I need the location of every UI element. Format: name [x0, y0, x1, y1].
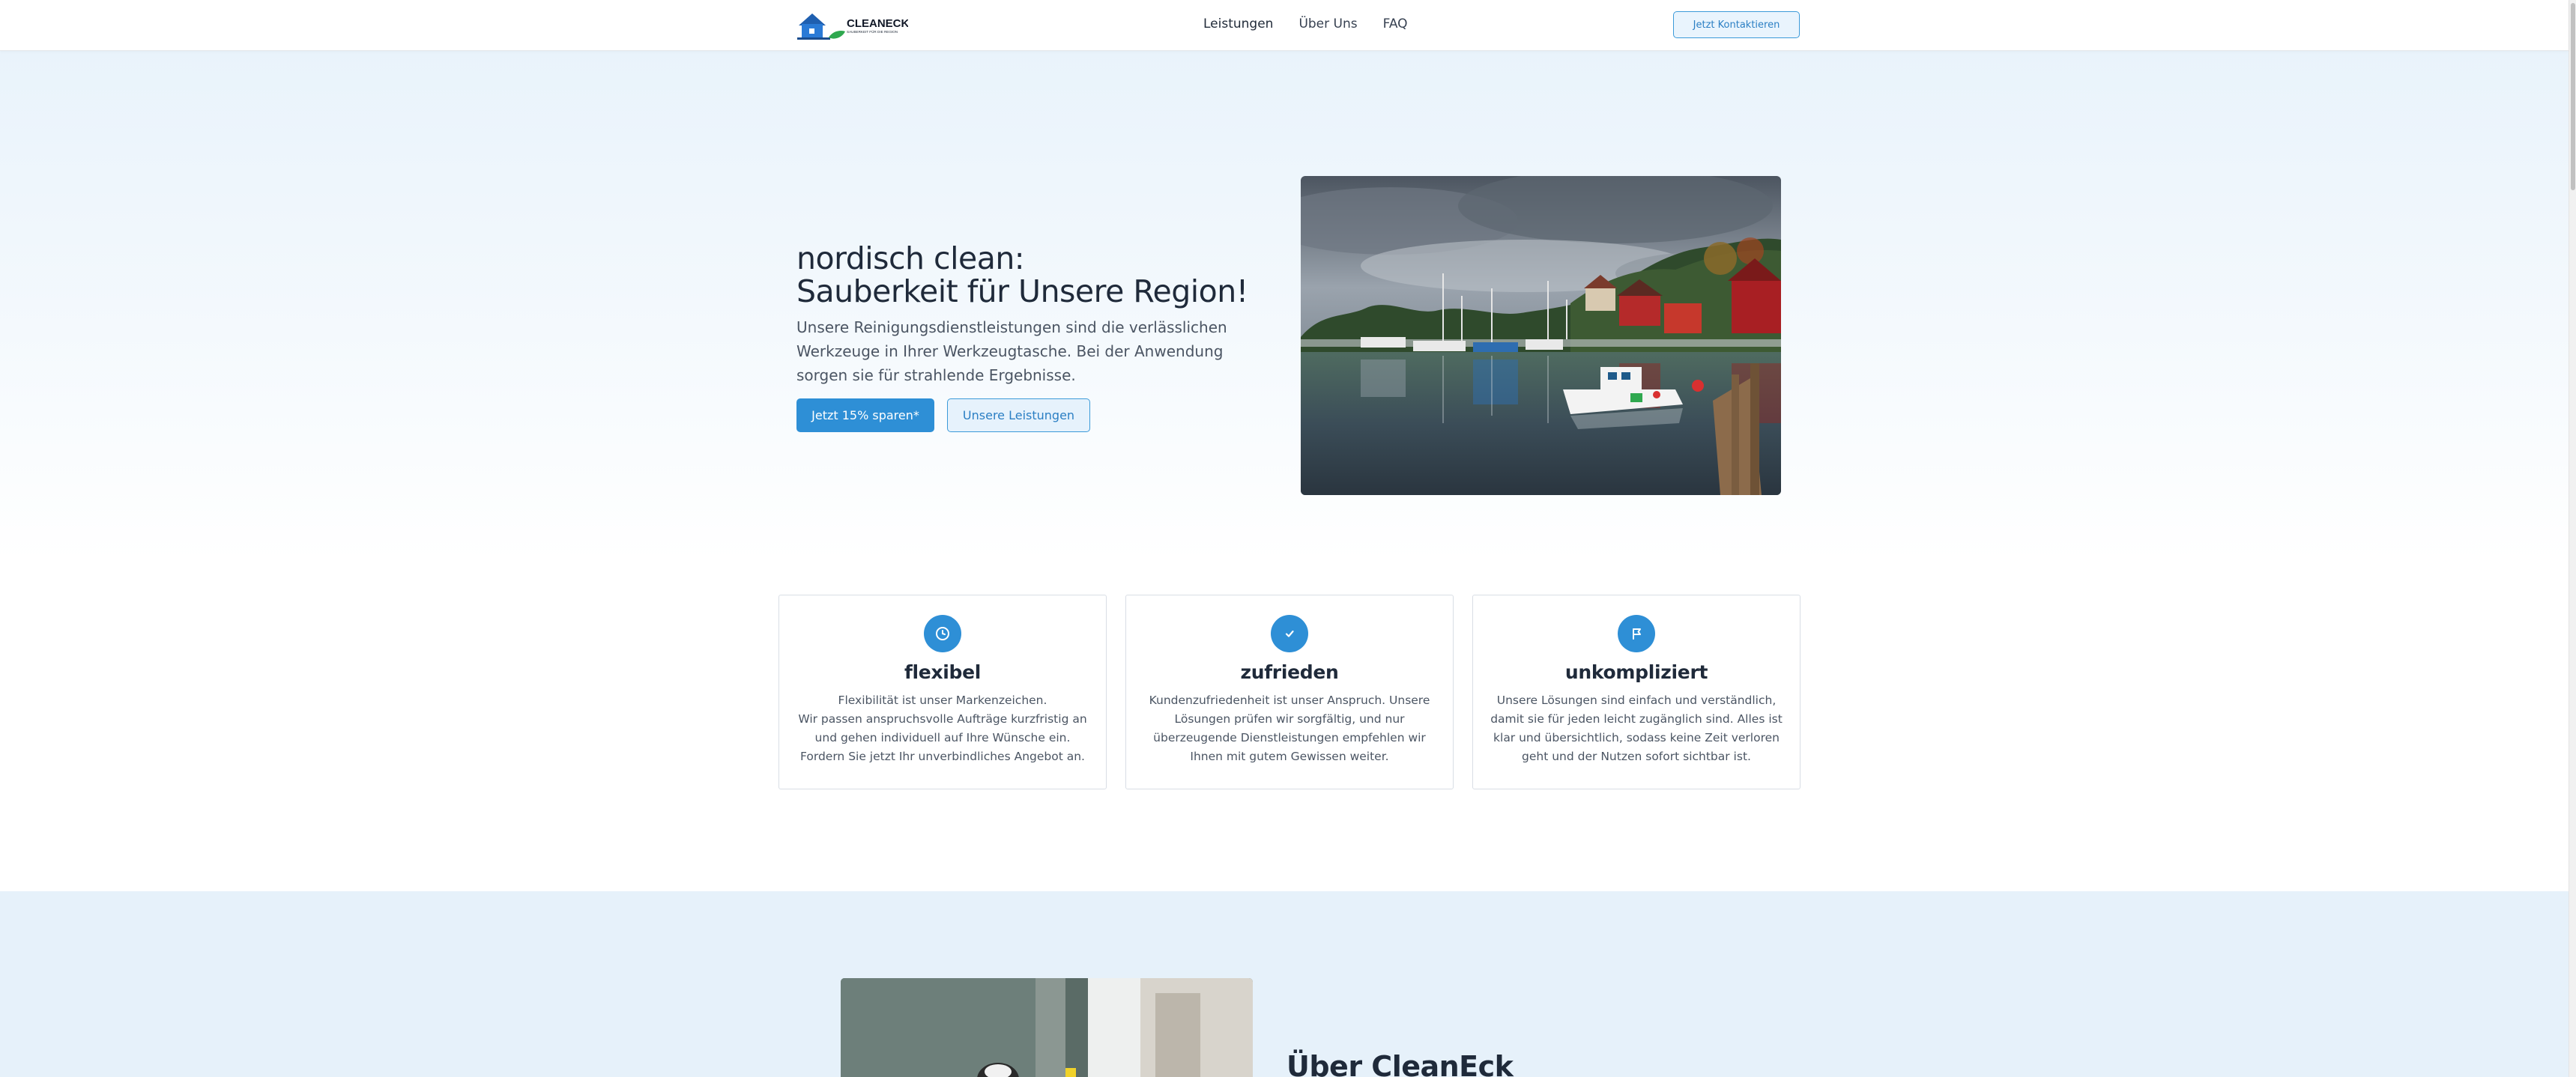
feature-line: Ihnen mit gutem Gewissen weiter. [1190, 750, 1389, 763]
feature-line: und gehen individuell auf Ihre Wünsche e… [814, 731, 1071, 744]
feature-line: Wir passen anspruchsvolle Aufträge kurzf… [798, 712, 1087, 726]
feature-line: geht und der Nutzen sofort sichtbar ist. [1522, 750, 1751, 763]
feature-card-flexibel: flexibel Flexibilität ist unser Markenze… [778, 595, 1107, 789]
site-header: CLEANECK SAUBERKEIT FÜR DIE REGION Leist… [0, 0, 2569, 51]
feature-line: klar und übersichtlich, sodass keine Zei… [1493, 731, 1780, 744]
feature-title: zufrieden [1240, 661, 1339, 683]
cleaneck-logo[interactable]: CLEANECK SAUBERKEIT FÜR DIE REGION [796, 7, 910, 42]
page-scrollbar[interactable] [2569, 0, 2576, 1077]
feature-line: damit sie für jeden leicht zugänglich si… [1490, 712, 1783, 726]
about-title: Über CleanEck [1287, 1050, 1514, 1077]
flag-icon [1618, 615, 1655, 652]
feature-description: Unsere Lösungen sind einfach und verstän… [1487, 691, 1786, 766]
scrollbar-thumb[interactable] [2571, 3, 2575, 190]
hero-title-line-2: Sauberkeit für Unsere Region! [796, 273, 1248, 309]
feature-line: überzeugende Dienstleistungen empfehlen … [1153, 731, 1426, 744]
harbor-photo [1301, 176, 1781, 495]
feature-card-unkompliziert: unkompliziert Unsere Lösungen sind einfa… [1472, 595, 1801, 789]
about-section: Über CleanEck [0, 891, 2569, 1077]
nav-link-faq[interactable]: FAQ [1383, 15, 1408, 33]
hero-section [0, 51, 2569, 560]
feature-card-zufrieden: zufrieden Kundenzufriedenheit ist unser … [1125, 595, 1454, 789]
feature-description: Kundenzufriedenheit ist unser Anspruch. … [1140, 691, 1439, 766]
about-cleaning-image [841, 978, 1253, 1077]
svg-text:SAUBERKEIT FÜR DIE REGION: SAUBERKEIT FÜR DIE REGION [847, 29, 898, 34]
feature-line: Flexibilität ist unser Markenzeichen. [838, 694, 1047, 707]
hero-harbor-image [1301, 176, 1781, 495]
features-section: flexibel Flexibilität ist unser Markenze… [0, 560, 2569, 891]
save-15-percent-button[interactable]: Jetzt 15% sparen* [796, 398, 934, 432]
feature-title: unkompliziert [1564, 661, 1708, 683]
house-leaf-logo-icon: CLEANECK SAUBERKEIT FÜR DIE REGION [797, 13, 910, 40]
our-services-button[interactable]: Unsere Leistungen [947, 398, 1090, 432]
nav-link-ueber-uns[interactable]: Über Uns [1298, 15, 1357, 33]
nav-link-leistungen[interactable]: Leistungen [1203, 15, 1273, 33]
feature-title: flexibel [904, 661, 982, 683]
hero-description: Unsere Reinigungsdienstleistungen sind d… [796, 318, 1227, 384]
feature-line: Fordern Sie jetzt Ihr unverbindliches An… [800, 750, 1085, 763]
cleaning-photo [841, 978, 1253, 1077]
svg-text:CLEANECK: CLEANECK [847, 17, 908, 30]
main-nav: Leistungen Über Uns FAQ [1203, 15, 1408, 33]
feature-line: Unsere Lösungen sind einfach und verstän… [1496, 694, 1777, 707]
hero-title-line-1: nordisch clean: [796, 240, 1025, 276]
hero-title: nordisch clean: Sauberkeit für Unsere Re… [796, 242, 1276, 308]
clock-icon [924, 615, 961, 652]
feature-line: Lösungen prüfen wir sorgfältig, und nur [1174, 712, 1405, 726]
feature-line: Kundenzufriedenheit ist unser Anspruch. … [1149, 694, 1430, 707]
check-icon [1271, 615, 1308, 652]
feature-description: Flexibilität ist unser Markenzeichen. Wi… [793, 691, 1092, 766]
contact-button[interactable]: Jetzt Kontaktieren [1673, 11, 1800, 38]
